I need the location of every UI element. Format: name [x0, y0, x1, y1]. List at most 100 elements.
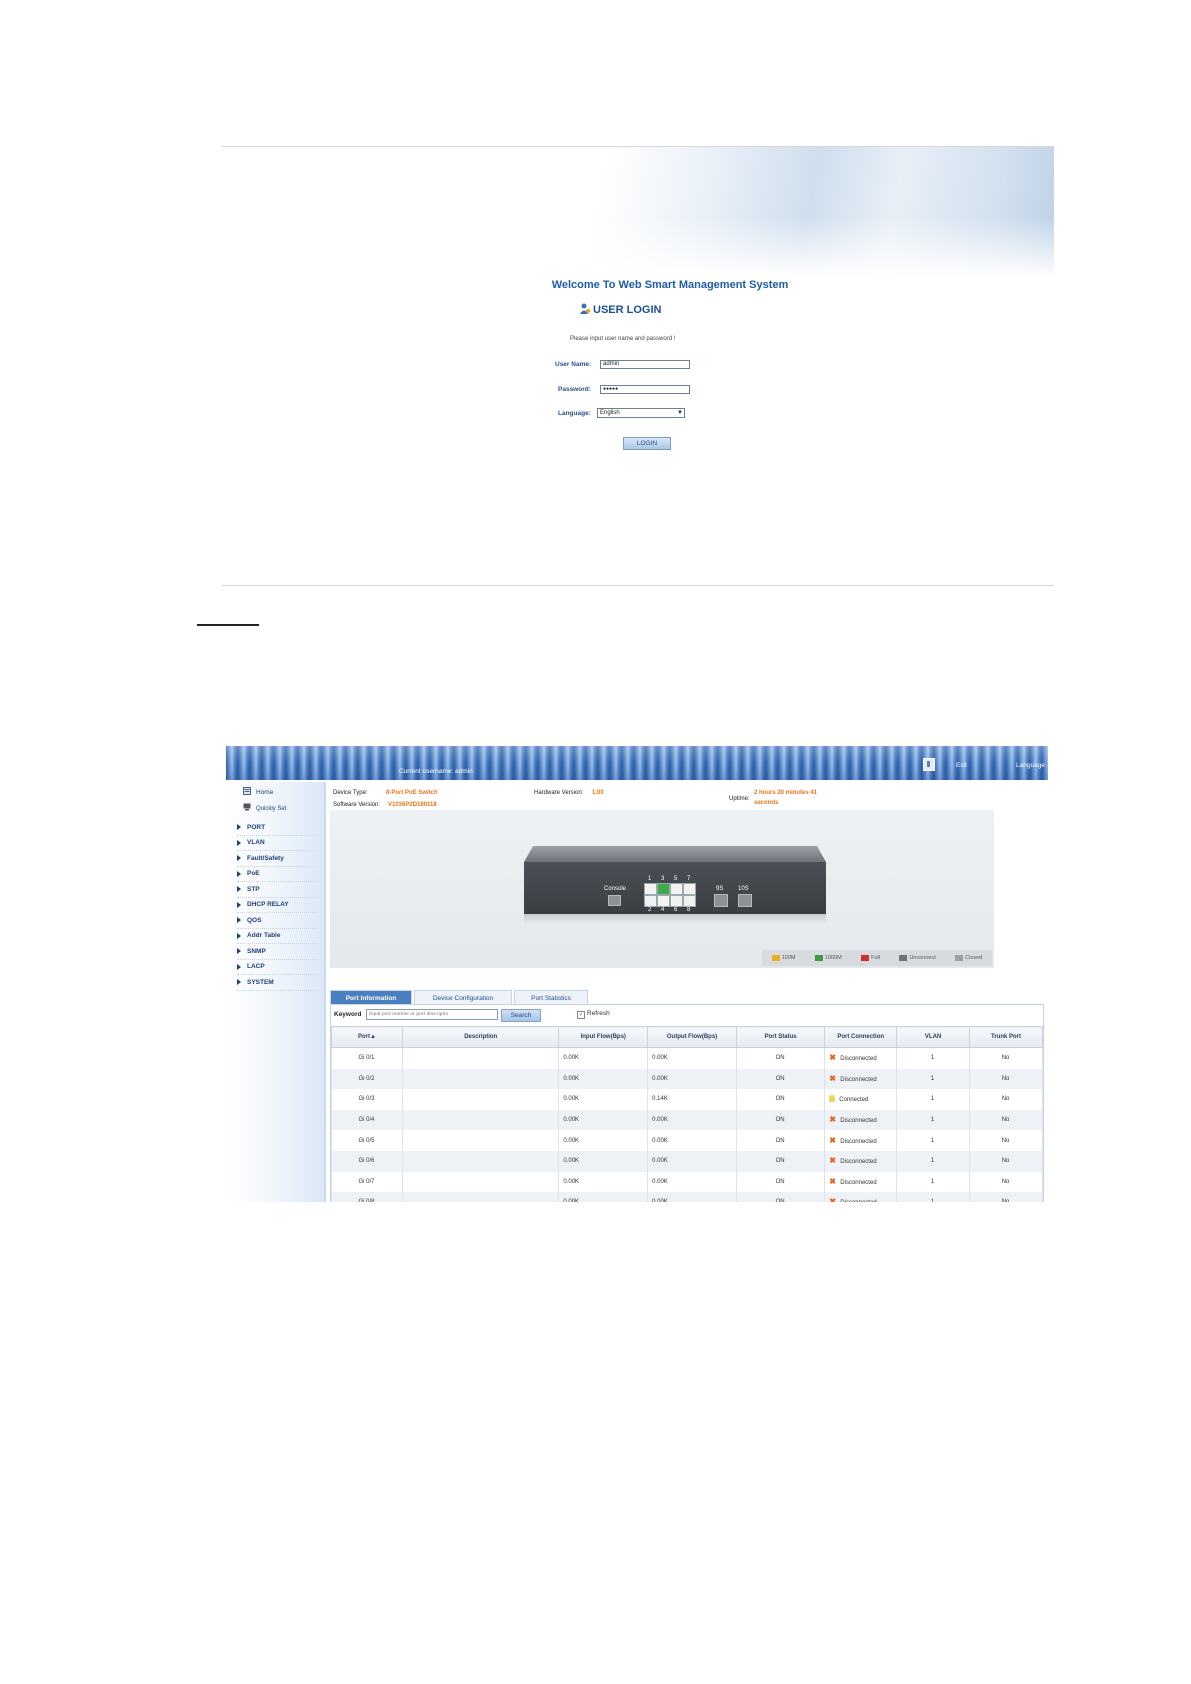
switch-image: Console 1 3 5 7 2 4 6 8 9S 10S — [524, 846, 826, 924]
port-6[interactable] — [670, 895, 683, 907]
port-label-6: 6 — [674, 907, 678, 913]
port-2[interactable] — [644, 895, 657, 907]
tab-port-statistics[interactable]: Port Statistics — [514, 990, 588, 1005]
sidebar-item-label: SNMP — [247, 947, 266, 955]
table-row[interactable]: Gi 0/2 0.00K 0.00K ON ✖ Disconnected 1 No — [330, 1068, 1043, 1090]
table-cell: 0.00K — [558, 1047, 649, 1069]
chevron-down-icon: ▼ — [677, 410, 683, 416]
table-cell: ON — [735, 1109, 826, 1131]
refresh-checkbox[interactable]: ✓ Refresh — [577, 1010, 610, 1019]
table-cell: ✖ Disconnected — [824, 1130, 898, 1151]
port-1[interactable] — [644, 883, 657, 895]
sidebar-item-stp[interactable]: STP — [237, 882, 317, 898]
triangle-right-icon — [237, 917, 241, 924]
table-cell: ✖ Disconnected — [824, 1047, 898, 1069]
sidebar-item-label: PORT — [247, 823, 266, 831]
table-cell — [402, 1130, 560, 1151]
language-select[interactable]: English ▼ — [597, 408, 685, 418]
table-cell: ON — [735, 1068, 826, 1090]
table-cell: Gi 0/1 — [330, 1047, 404, 1069]
legend-label: Unconnect — [909, 955, 936, 961]
triangle-right-icon — [237, 855, 241, 862]
exit-icon[interactable] — [923, 758, 935, 771]
tab-port-information[interactable]: Port Information — [330, 990, 412, 1005]
col-port-status: Port Status — [735, 1026, 826, 1048]
table-row[interactable]: Gi 0/6 0.00K 0.00K ON ✖ Disconnected 1 No — [330, 1150, 1043, 1172]
table-cell: No — [969, 1109, 1043, 1131]
port-7[interactable] — [683, 883, 696, 895]
table-row[interactable]: Gi 0/5 0.00K 0.00K ON ✖ Disconnected 1 No — [330, 1130, 1043, 1151]
port-5[interactable] — [670, 883, 683, 895]
table-cell: 1 — [896, 1109, 971, 1131]
exit-link[interactable]: Exit — [956, 762, 967, 769]
col-output-flow: Output Flow(Bps) — [647, 1026, 737, 1048]
sfp-label-10s: 10S — [738, 886, 749, 892]
device-type-text: 8-Port PoE Switch — [386, 790, 438, 796]
table-cell: Gi 0/6 — [330, 1150, 404, 1172]
triangle-right-icon — [237, 932, 241, 939]
triangle-right-icon — [237, 870, 241, 877]
sidebar: Home Quickly Set PORT VLAN Fault/Safety … — [226, 782, 326, 1202]
legend-label: 1000M — [824, 955, 842, 961]
table-cell: 0.00K — [558, 1171, 649, 1193]
port-legend: 100M 1000M Full Unconnect Closed — [762, 950, 992, 966]
port-connection-text: Disconnected — [840, 1076, 877, 1083]
tab-device-configuration[interactable]: Device Configuration — [414, 990, 512, 1005]
sfp-port-9s[interactable] — [714, 894, 728, 907]
software-version-label: Software Version: — [333, 802, 381, 808]
table-cell — [402, 1047, 560, 1069]
table-cell: Gi 0/8 — [330, 1192, 404, 1202]
sidebar-item-lacp[interactable]: LACP — [237, 960, 317, 975]
sidebar-item-vlan[interactable]: VLAN — [237, 836, 317, 851]
refresh-label: Refresh — [587, 1010, 610, 1017]
table-row[interactable]: Gi 0/7 0.00K 0.00K ON ✖ Disconnected 1 No — [330, 1171, 1043, 1193]
console-port[interactable] — [608, 895, 621, 906]
software-version-value: V1036P2D180118 — [388, 802, 437, 808]
table-cell — [402, 1089, 560, 1110]
sidebar-item-label: QOS — [247, 916, 262, 924]
sidebar-item-port[interactable]: PORT — [237, 820, 317, 836]
table-row[interactable]: Gi 0/80.00K0.00KON✖Disconnected1No — [330, 1192, 1043, 1202]
password-label: Password: — [558, 386, 591, 393]
sidebar-item-fault-safety[interactable]: Fault/Safety — [237, 851, 317, 867]
table-cell: ON — [735, 1171, 826, 1193]
sidebar-home[interactable]: Home — [243, 787, 273, 796]
table-row[interactable]: Gi 0/4 0.00K 0.00K ON ✖ Disconnected 1 No — [330, 1109, 1043, 1131]
broken-link-icon: ✖ — [829, 1176, 836, 1186]
port-4[interactable] — [657, 895, 670, 907]
uptime-line2: seconds — [754, 800, 779, 806]
search-button[interactable]: Search — [501, 1009, 541, 1022]
username-input[interactable]: admin — [600, 360, 690, 369]
sidebar-item-label: STP — [247, 885, 260, 893]
login-banner — [222, 147, 1054, 277]
table-cell: ✖ Disconnected — [824, 1171, 898, 1193]
keyword-input[interactable]: Input port number or port descriptio — [366, 1009, 498, 1020]
port-label-8: 8 — [687, 907, 691, 913]
port-3[interactable] — [657, 883, 670, 895]
sidebar-item-snmp[interactable]: SNMP — [237, 944, 317, 960]
underline-mark — [197, 624, 259, 626]
sidebar-item-poe[interactable]: PoE — [237, 867, 317, 882]
port-connection-text: Disconnected — [840, 1159, 877, 1166]
table-row[interactable]: Gi 0/3 0.00K 0.14K ON Connected 1 No — [330, 1089, 1043, 1110]
table-cell: Connected — [824, 1089, 898, 1110]
sidebar-item-dhcp-relay[interactable]: DHCP RELAY — [237, 898, 317, 913]
table-row[interactable]: Gi 0/1 0.00K 0.00K ON ✖ Disconnected 1 No — [330, 1047, 1043, 1069]
table-cell: ON — [735, 1089, 826, 1110]
sidebar-item-addr-table[interactable]: Addr Table — [237, 929, 317, 944]
col-port[interactable]: Port▲ — [330, 1026, 404, 1048]
sidebar-item-qos[interactable]: QOS — [237, 913, 317, 929]
login-button[interactable]: LOGIN — [623, 437, 671, 450]
port-8[interactable] — [683, 895, 696, 907]
sidebar-item-system[interactable]: SYSTEM — [237, 975, 317, 991]
legend-label: Closed — [965, 955, 983, 961]
keyword-label: Keyword — [334, 1011, 362, 1018]
table-cell: No — [969, 1047, 1043, 1069]
password-input[interactable]: ●●●●● — [600, 385, 690, 394]
sfp-port-10s[interactable] — [738, 894, 752, 907]
sidebar-home-label: Home — [256, 789, 274, 796]
table-cell: ON — [735, 1047, 826, 1069]
hardware-version-label: Hardware Version: — [534, 790, 584, 796]
language-link[interactable]: Language — [1016, 762, 1045, 769]
sidebar-quick-set[interactable]: Quickly Set — [243, 803, 286, 812]
